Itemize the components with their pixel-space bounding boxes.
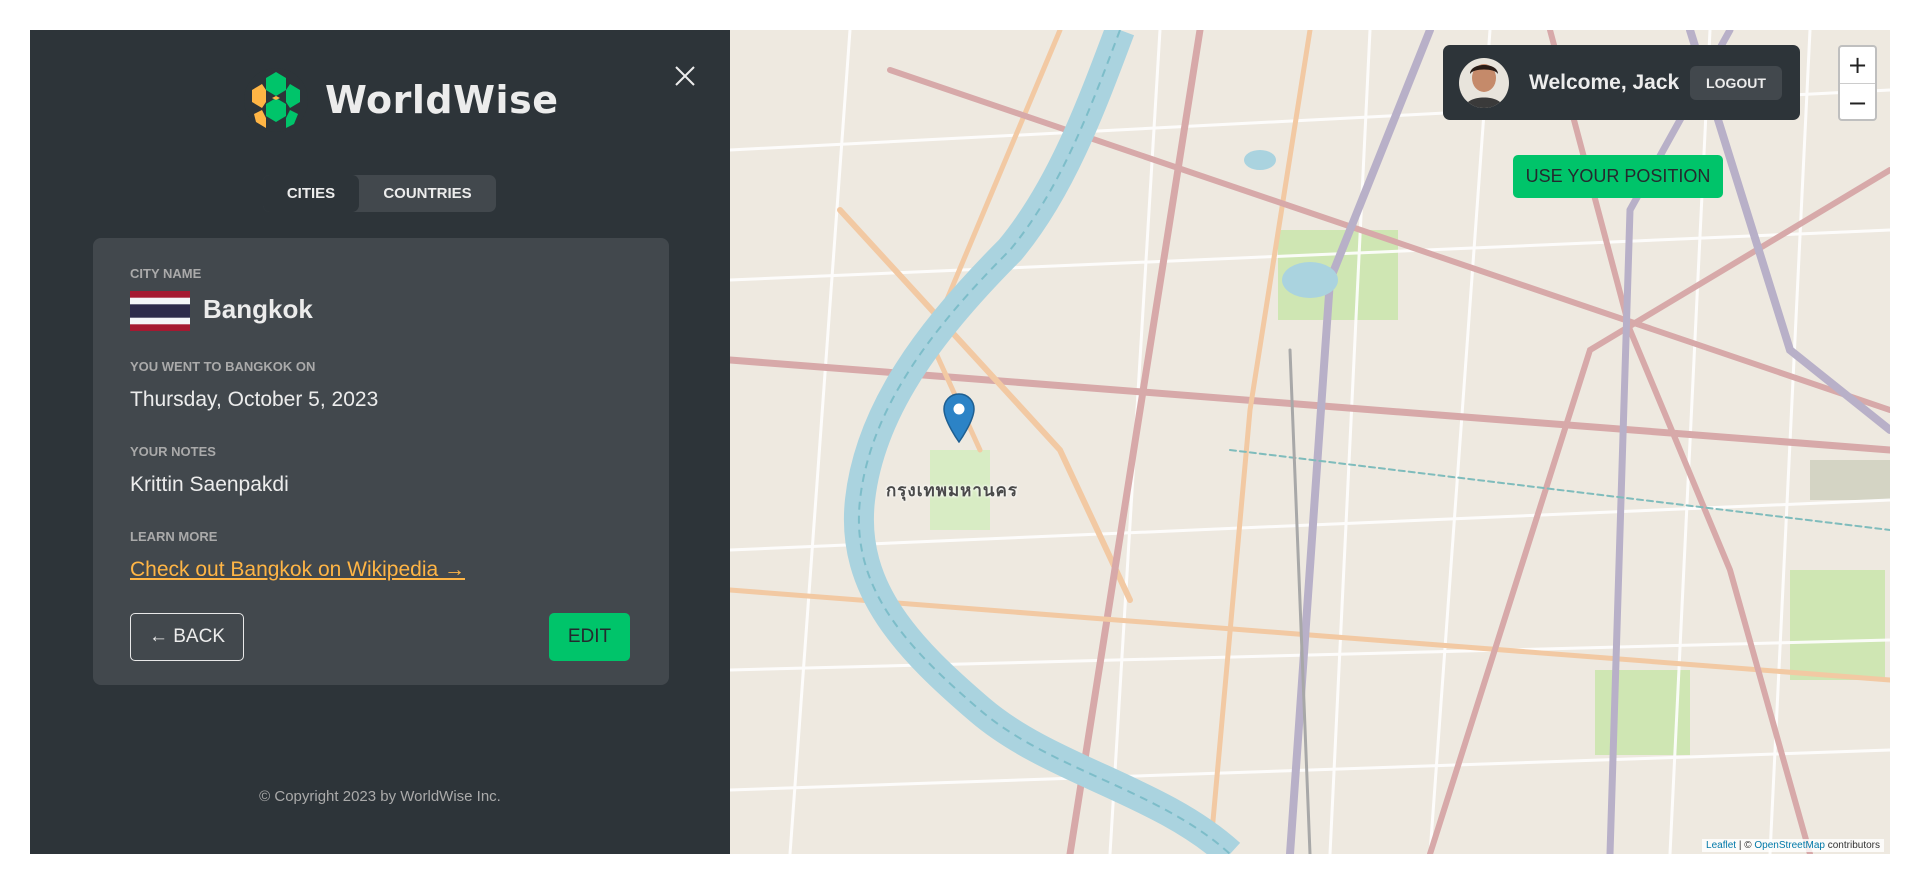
zoom-control: + − [1838, 45, 1877, 121]
use-position-button[interactable]: USE YOUR POSITION [1513, 155, 1723, 198]
map-tiles[interactable] [730, 30, 1890, 854]
zoom-in-button[interactable]: + [1840, 47, 1875, 84]
thailand-flag-icon [130, 291, 190, 331]
map-city-label: กรุงเทพมหานคร [886, 481, 1019, 501]
map-attribution: Leaflet | © OpenStreetMap contributors [1702, 839, 1884, 852]
app-name: WorldWise [325, 78, 559, 122]
welcome-text: Welcome, Jack [1529, 70, 1680, 94]
close-icon[interactable] [672, 63, 698, 89]
attribution-separator: | © [1736, 840, 1755, 851]
city-marker-icon[interactable] [943, 393, 975, 443]
leaflet-link[interactable]: Leaflet [1706, 840, 1736, 851]
copyright: © Copyright 2023 by WorldWise Inc. [259, 788, 501, 805]
app-logo[interactable]: WorldWise [242, 66, 558, 134]
avatar [1459, 57, 1509, 108]
user-box: Welcome, Jack LOGOUT [1443, 45, 1800, 120]
wikipedia-link[interactable]: Check out Bangkok on Wikipedia → [130, 558, 465, 582]
tab-cities[interactable]: CITIES [263, 175, 359, 212]
nav-tabs: CITIES COUNTRIES [263, 175, 496, 212]
city-details-card: CITY NAME Bangkok YOU WENT TO BANGKOK ON… [93, 238, 669, 685]
city-name: Bangkok [203, 294, 313, 324]
visit-date-label: YOU WENT TO BANGKOK ON [130, 359, 316, 374]
notes-text: Krittin Saenpakdi [130, 473, 289, 496]
visit-date: Thursday, October 5, 2023 [130, 388, 379, 411]
attribution-contributors: contributors [1824, 840, 1880, 851]
app-layout: WorldWise CITIES COUNTRIES CITY NAME Ban… [30, 30, 1890, 854]
sidebar: WorldWise CITIES COUNTRIES CITY NAME Ban… [30, 30, 730, 854]
notes-label: YOUR NOTES [130, 444, 216, 459]
back-button[interactable]: ← BACK [130, 613, 244, 661]
learn-more-label: LEARN MORE [130, 529, 218, 544]
tab-countries[interactable]: COUNTRIES [359, 175, 496, 212]
logout-button[interactable]: LOGOUT [1690, 66, 1782, 100]
map[interactable]: กรุงเทพมหานคร Welcome, Jack LOGOUT USE Y… [730, 30, 1890, 854]
city-name-label: CITY NAME [130, 266, 202, 281]
globe-logo-icon [244, 68, 308, 132]
edit-button[interactable]: EDIT [549, 613, 630, 661]
zoom-out-button[interactable]: − [1840, 84, 1875, 121]
osm-link[interactable]: OpenStreetMap [1754, 840, 1825, 851]
